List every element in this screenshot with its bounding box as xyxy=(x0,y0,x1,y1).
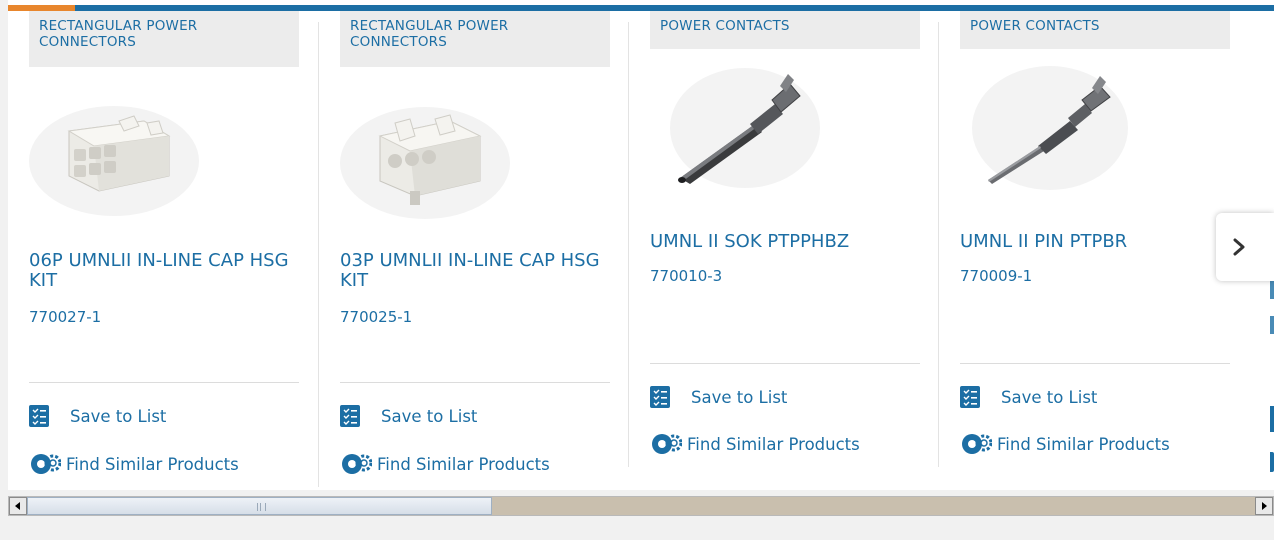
product-title[interactable]: UMNL II PIN PTPBR xyxy=(960,232,1230,252)
product-carousel: RECTANGULAR POWER CONNECTORS 06P UMNLII … xyxy=(8,0,1274,490)
triangle-right-icon xyxy=(1262,502,1267,510)
save-to-list-button[interactable]: Save to List xyxy=(29,405,166,427)
checklist-icon xyxy=(650,386,670,408)
scrollbar-track[interactable] xyxy=(492,497,1255,515)
carousel-next-button[interactable] xyxy=(1216,213,1274,281)
product-part-number[interactable]: 770009-1 xyxy=(960,267,1032,285)
save-to-list-label: Save to List xyxy=(691,387,788,407)
product-title[interactable]: UMNL II SOK PTPPHBZ xyxy=(650,232,920,252)
product-card: POWER CONTACTS UMNL II PIN PTPBR 770009-… xyxy=(960,11,1230,487)
product-card: RECTANGULAR POWER CONNECTORS 03P UMNLII … xyxy=(340,11,610,487)
scrollbar-thumb[interactable] xyxy=(27,497,492,515)
card-divider-line xyxy=(340,382,610,383)
card-divider xyxy=(938,22,939,467)
save-to-list-button[interactable]: Save to List xyxy=(650,386,787,408)
product-part-number[interactable]: 770027-1 xyxy=(29,308,101,326)
checklist-icon xyxy=(960,386,980,408)
find-similar-products-button[interactable]: Find Similar Products xyxy=(29,451,239,477)
3-position-connector-image xyxy=(340,107,510,219)
scroll-right-button[interactable] xyxy=(1255,497,1273,515)
save-to-list-button[interactable]: Save to List xyxy=(960,386,1097,408)
product-image[interactable] xyxy=(960,66,1130,196)
product-title[interactable]: 03P UMNLII IN-LINE CAP HSG KIT xyxy=(340,251,610,291)
save-to-list-label: Save to List xyxy=(70,406,167,426)
6-position-connector-image xyxy=(29,106,199,216)
horizontal-scrollbar[interactable] xyxy=(8,496,1274,516)
chevron-right-icon xyxy=(1233,238,1245,256)
find-similar-label: Find Similar Products xyxy=(66,454,239,474)
card-divider xyxy=(628,22,629,467)
partial-card-category xyxy=(1270,25,1274,53)
product-title[interactable]: 06P UMNLII IN-LINE CAP HSG KIT xyxy=(29,251,299,291)
product-category[interactable]: POWER CONTACTS xyxy=(960,11,1230,49)
pin-contact-image xyxy=(972,66,1128,190)
gears-icon xyxy=(342,454,372,474)
product-category[interactable]: POWER CONTACTS xyxy=(650,11,920,49)
find-similar-label: Find Similar Products xyxy=(377,454,550,474)
card-divider-line xyxy=(29,382,299,383)
find-similar-products-button[interactable]: Find Similar Products xyxy=(340,451,550,477)
card-divider-line xyxy=(650,363,920,364)
product-card: RECTANGULAR POWER CONNECTORS 06P UMNLII … xyxy=(29,11,299,487)
partial-card-part-number xyxy=(1270,316,1274,334)
checklist-icon xyxy=(29,405,49,427)
gears-icon xyxy=(962,434,992,454)
find-similar-products-button[interactable]: Find Similar Products xyxy=(960,431,1170,457)
product-category[interactable]: RECTANGULAR POWER CONNECTORS xyxy=(29,11,299,67)
product-card: POWER CONTACTS UMNL II SOK PTPPHBZ 77001… xyxy=(650,11,920,487)
checklist-icon[interactable] xyxy=(1270,406,1274,432)
product-image[interactable] xyxy=(340,91,510,221)
product-part-number[interactable]: 770010-3 xyxy=(650,267,722,285)
product-category[interactable]: RECTANGULAR POWER CONNECTORS xyxy=(340,11,610,67)
product-image[interactable] xyxy=(29,91,199,221)
card-divider xyxy=(318,22,319,487)
checklist-icon xyxy=(340,405,360,427)
save-to-list-label: Save to List xyxy=(381,406,478,426)
save-to-list-label: Save to List xyxy=(1001,387,1098,407)
find-similar-label: Find Similar Products xyxy=(997,434,1170,454)
scroll-left-button[interactable] xyxy=(9,497,27,515)
socket-contact-image xyxy=(670,68,820,188)
find-similar-products-button[interactable]: Find Similar Products xyxy=(650,431,860,457)
save-to-list-button[interactable]: Save to List xyxy=(340,405,477,427)
gears-icon xyxy=(652,434,682,454)
find-similar-label: Find Similar Products xyxy=(687,434,860,454)
triangle-left-icon xyxy=(15,502,20,510)
gears-icon[interactable] xyxy=(1270,452,1274,472)
gears-icon xyxy=(31,454,61,474)
card-divider-line xyxy=(960,363,1230,364)
partial-card-title xyxy=(1270,281,1274,299)
product-image[interactable] xyxy=(650,66,820,196)
scrollbar-grip xyxy=(257,503,266,511)
product-part-number[interactable]: 770025-1 xyxy=(340,308,412,326)
